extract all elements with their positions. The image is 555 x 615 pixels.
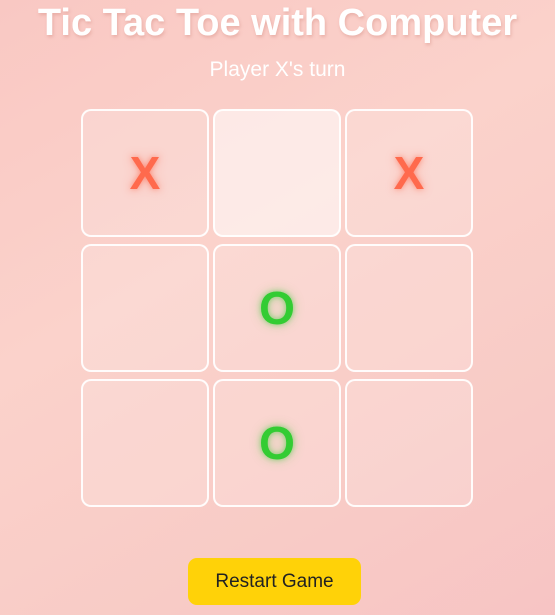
board-cell-6[interactable]	[345, 244, 473, 372]
game-board: X X O O	[81, 109, 473, 508]
restart-game-button[interactable]: Restart Game	[188, 558, 361, 605]
board-cell-4[interactable]	[81, 244, 209, 372]
turn-status: Player X's turn	[209, 58, 346, 81]
game-title: Tic Tac Toe with Computer	[37, 2, 518, 44]
board-cell-5[interactable]: O	[213, 244, 341, 372]
board-cell-9[interactable]	[345, 379, 473, 507]
board-cell-8[interactable]: O	[213, 379, 341, 507]
board-cell-2[interactable]	[213, 109, 341, 237]
board-cell-1[interactable]: X	[81, 109, 209, 237]
board-cell-7[interactable]	[81, 379, 209, 507]
board-cell-3[interactable]: X	[345, 109, 473, 237]
